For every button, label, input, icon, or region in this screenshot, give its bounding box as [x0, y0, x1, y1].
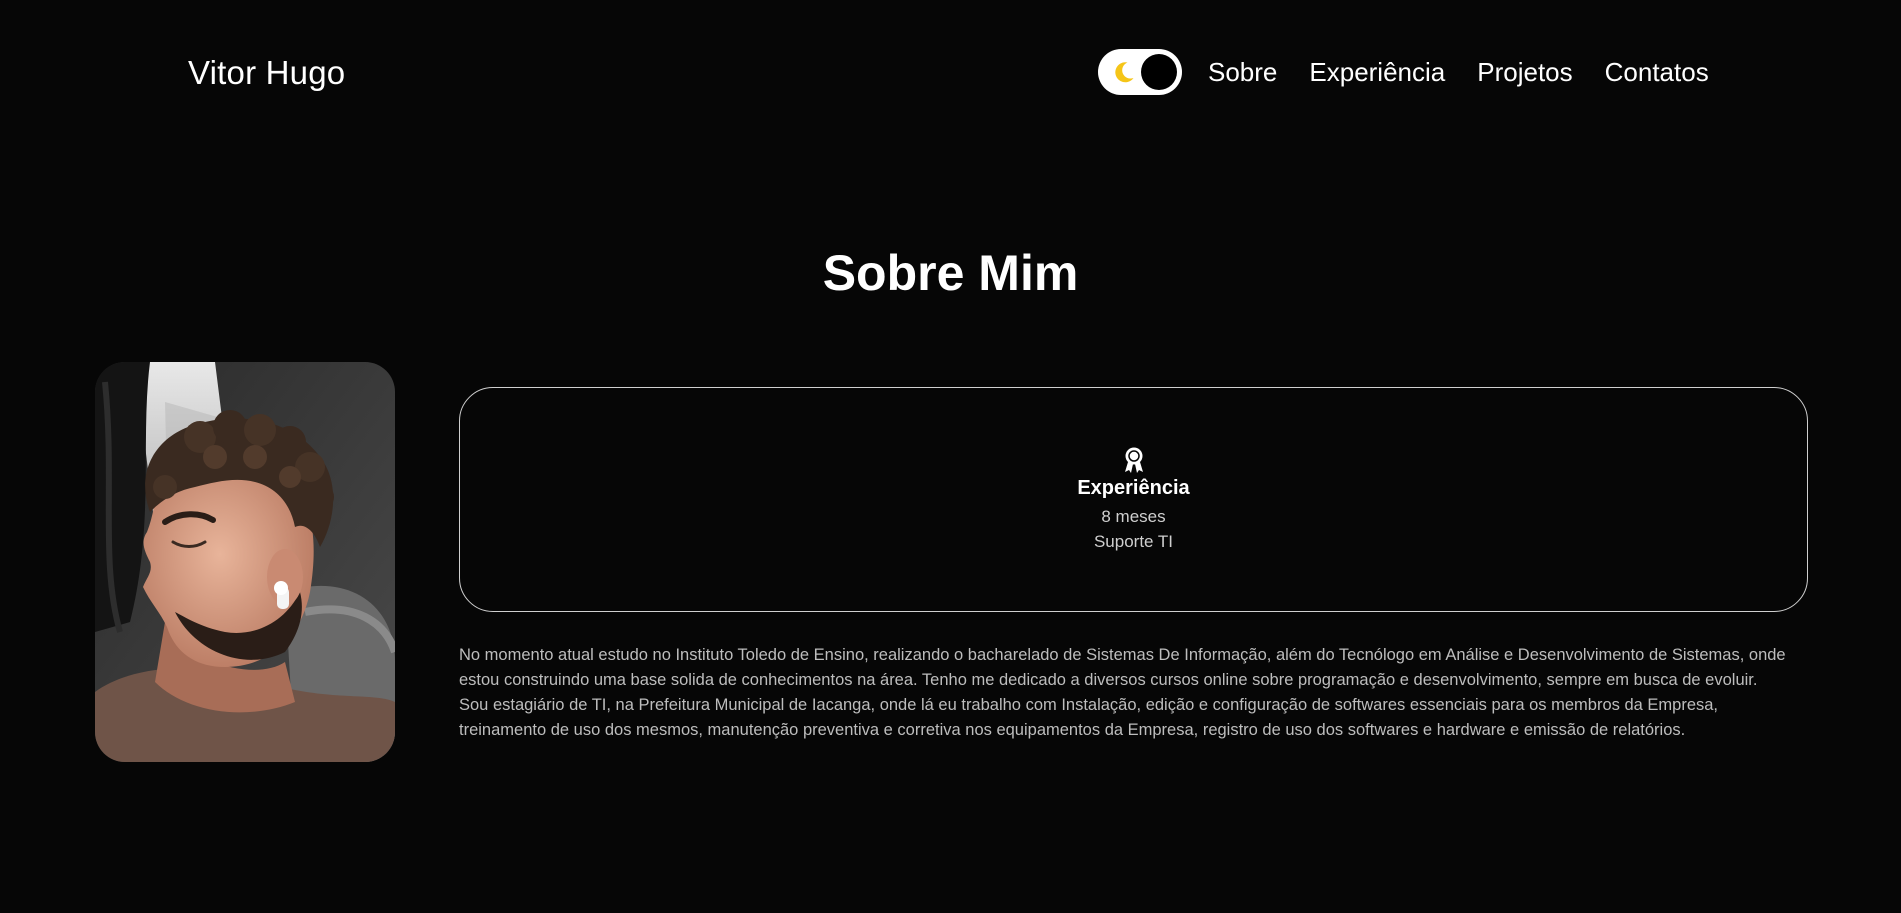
about-description: No momento atual estudo no Instituto Tol… — [459, 646, 1786, 739]
moon-icon — [1115, 62, 1134, 83]
profile-photo-image — [95, 362, 395, 762]
award-icon — [1124, 447, 1143, 473]
experience-card-title: Experiência — [1077, 476, 1190, 499]
toggle-knob — [1141, 54, 1177, 90]
theme-toggle[interactable] — [1098, 49, 1182, 95]
page: Vitor Hugo Sobre Experiência Projetos Co… — [0, 0, 1901, 913]
experience-role: Suporte TI — [1093, 531, 1174, 551]
profile-photo — [95, 362, 395, 762]
experience-duration: 8 meses — [1101, 506, 1166, 526]
nav-link-projetos[interactable]: Projetos — [1477, 57, 1572, 88]
experience-card: Experiência 8 meses Suporte TI — [459, 387, 1808, 612]
nav-link-experiencia[interactable]: Experiência — [1309, 57, 1445, 88]
main-nav: Sobre Experiência Projetos Contatos — [1098, 48, 1709, 96]
nav-link-sobre[interactable]: Sobre — [1208, 57, 1277, 88]
nav-link-contatos[interactable]: Contatos — [1605, 57, 1709, 88]
section-title: Sobre Mim — [0, 244, 1901, 302]
section-title-text: Sobre Mim — [822, 245, 1079, 301]
site-logo[interactable]: Vitor Hugo — [188, 54, 345, 92]
